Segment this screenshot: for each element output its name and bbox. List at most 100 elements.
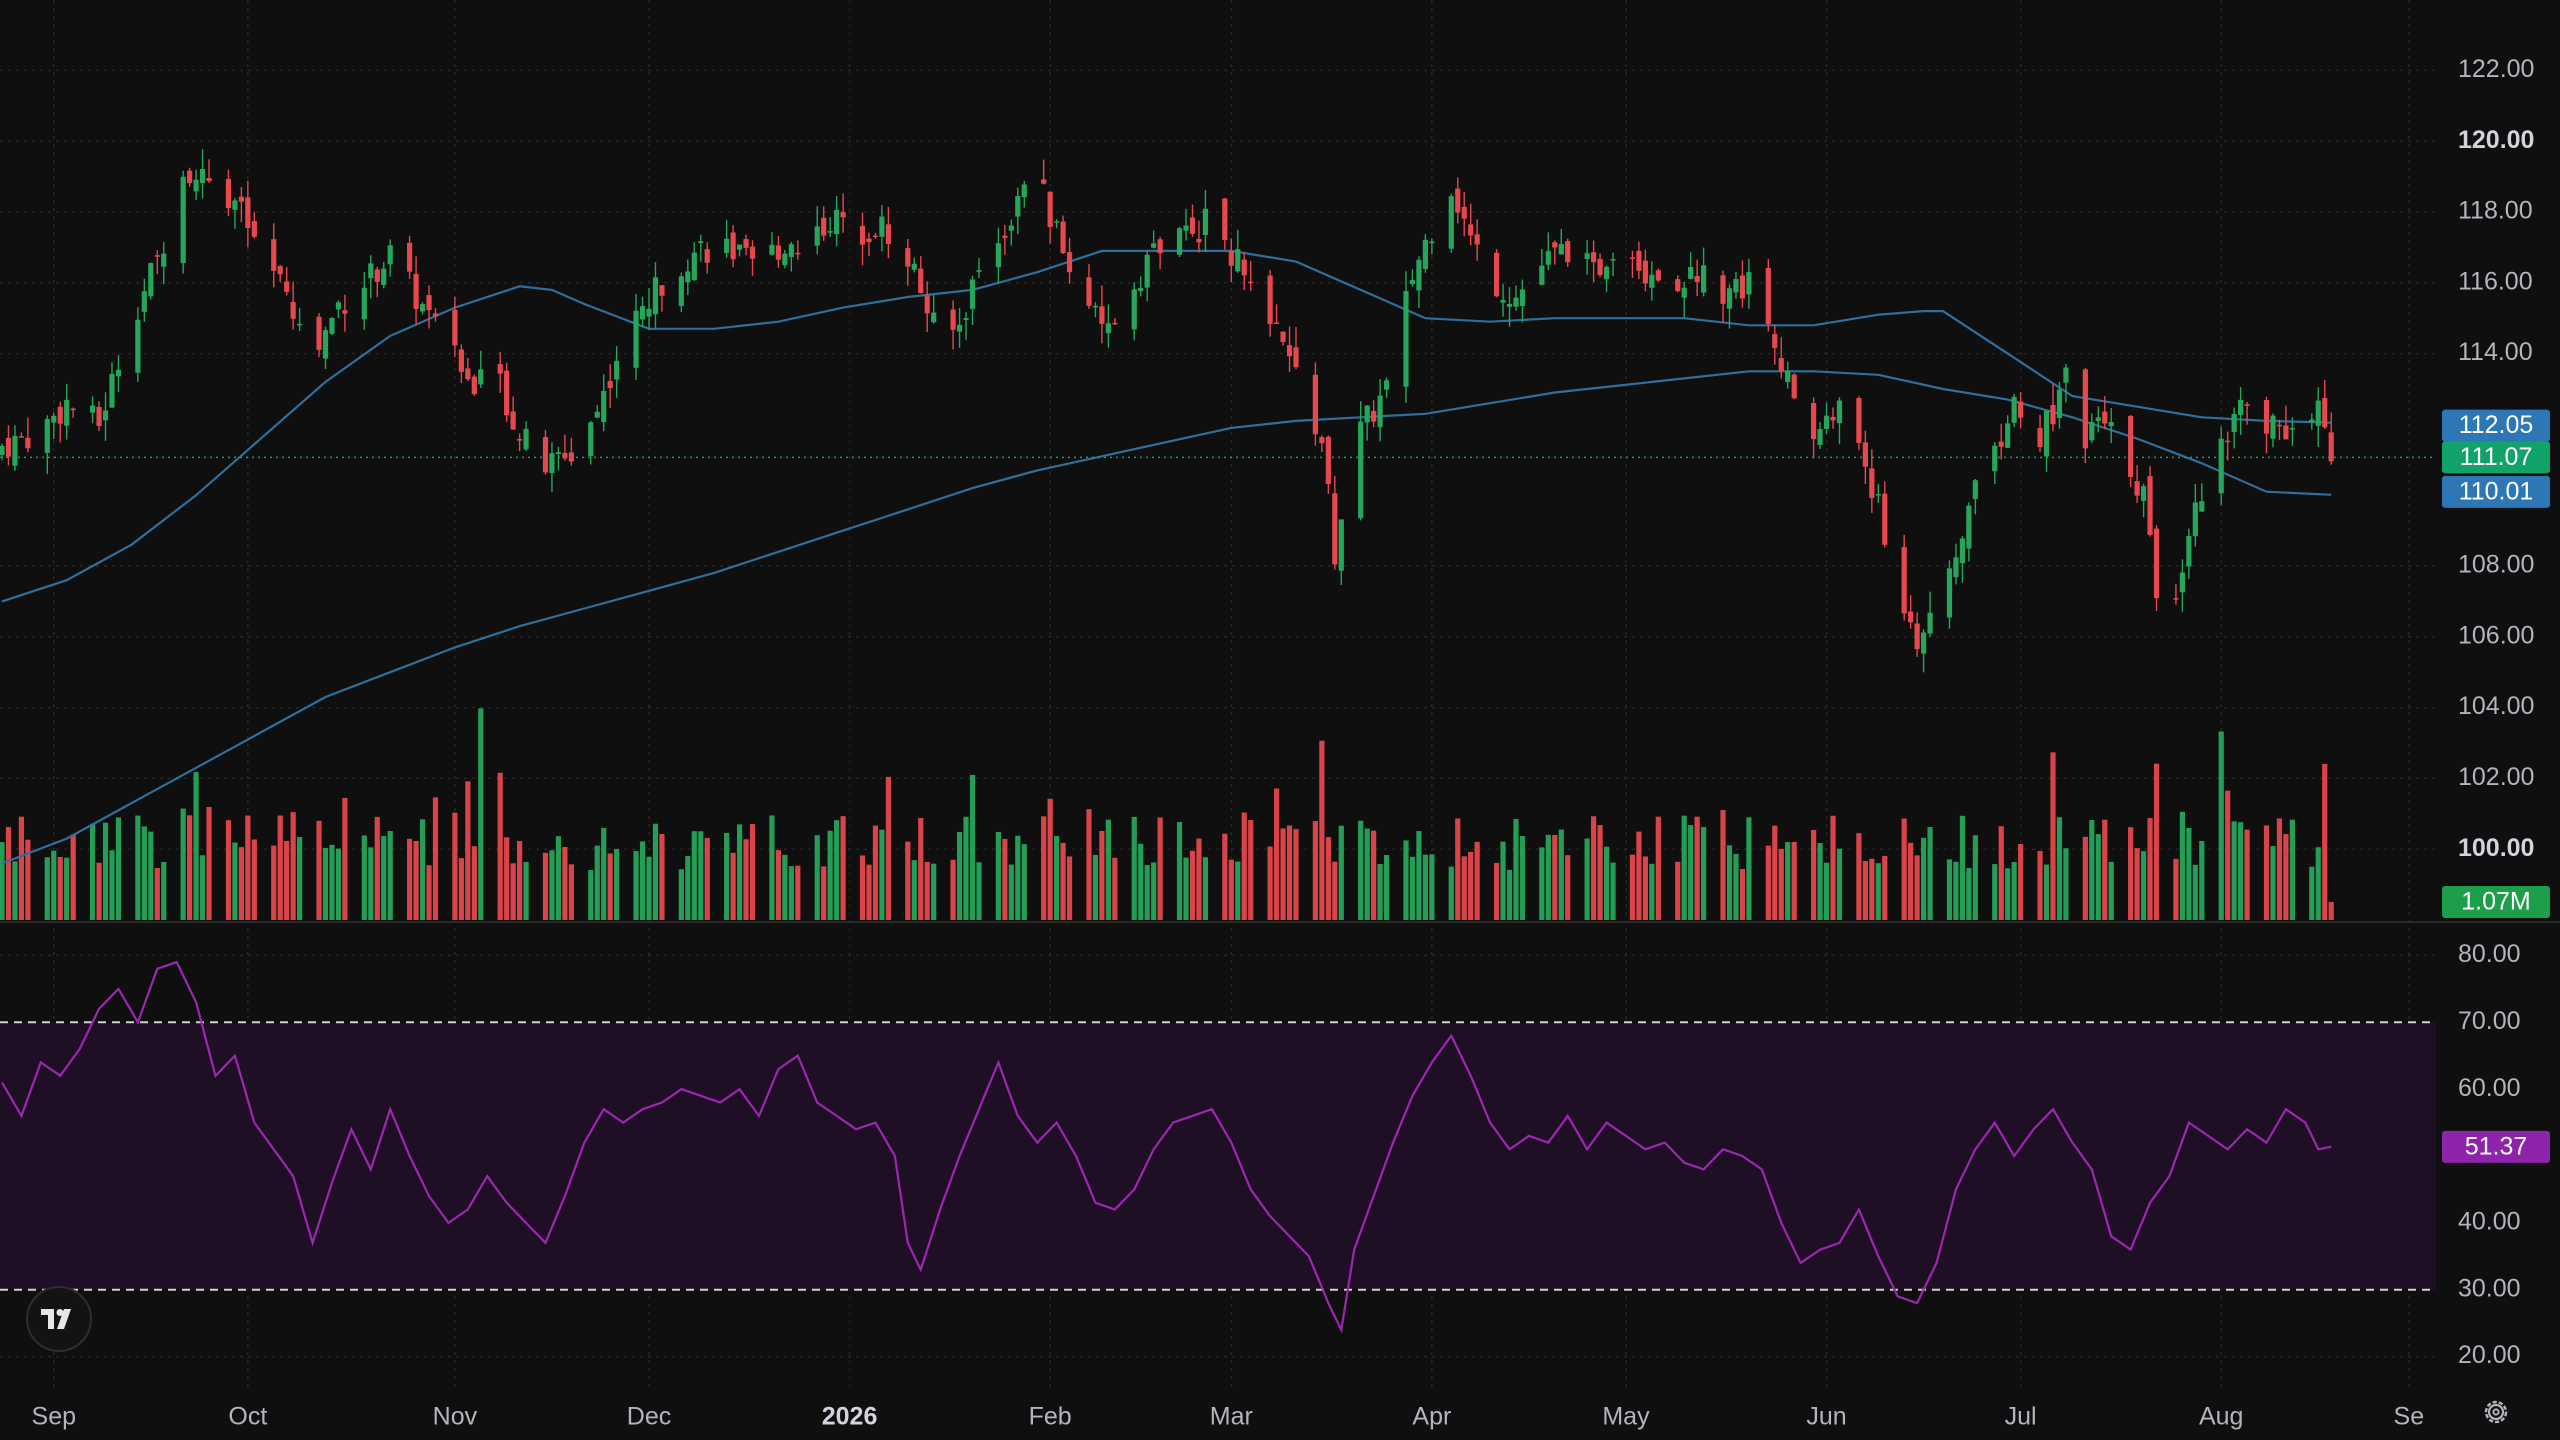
candle-body-up: [698, 241, 704, 244]
volume-bar-up: [1992, 864, 1998, 920]
candle-body-down: [542, 437, 549, 473]
tradingview-logo-icon[interactable]: [26, 1286, 92, 1352]
gear-icon[interactable]: [2474, 1390, 2518, 1434]
candle-body-up: [782, 253, 788, 266]
candle-body-up: [633, 310, 639, 368]
volume-bar-down: [704, 837, 710, 920]
volume-bar-down: [1228, 859, 1234, 920]
candle-body-down: [2322, 397, 2328, 428]
volume-bar-down: [1312, 821, 1319, 920]
candle-body-up: [12, 435, 18, 466]
volume-bar-up: [322, 847, 329, 920]
candle-body-up: [1105, 323, 1111, 334]
volume-bar-down: [271, 845, 277, 920]
candle-body-down: [1461, 206, 1467, 219]
candle-body-up: [2270, 415, 2276, 439]
volume-bar-up: [911, 860, 917, 920]
volume-bar-up: [685, 856, 691, 920]
candle-body-up: [1183, 225, 1189, 231]
chart-root[interactable]: 122.00 120.00 118.00 116.00 114.00 104.00 102.…: [0, 0, 2560, 1440]
volume-bar-up: [1513, 819, 1519, 920]
volume-bar-up: [1409, 856, 1416, 920]
volume-bar-down: [1319, 740, 1325, 920]
volume-bar-down: [1694, 816, 1700, 920]
volume-bar-up: [1649, 863, 1655, 920]
volume-bar-down: [1371, 830, 1377, 920]
candle-body-up: [1151, 243, 1157, 248]
volume-bar-up: [678, 869, 684, 920]
volume-bar-up: [1144, 865, 1150, 920]
volume-bar-up: [633, 851, 639, 920]
volume-bar-up: [2011, 862, 2017, 920]
candle-body-up: [361, 287, 367, 320]
volume-bar-down: [245, 815, 251, 920]
candle-body-up: [691, 252, 697, 281]
candle-body-down: [1332, 493, 1338, 565]
volume-bar-up: [1506, 869, 1513, 920]
volume-bar-down: [866, 864, 872, 920]
volume-bar-down: [2263, 825, 2270, 920]
candle-body-up: [1422, 239, 1428, 269]
volume-bar-up: [1966, 868, 1972, 920]
candle-body-up: [995, 243, 1001, 268]
candle-body-down: [426, 295, 432, 311]
candle-body-up: [963, 318, 969, 321]
volume-bar-up: [1176, 822, 1183, 920]
candle-body-down: [905, 248, 911, 267]
rsi-value-badge: 51.37: [2465, 1132, 2528, 1160]
volume-bar-down: [316, 820, 322, 920]
volume-bar-up: [1377, 864, 1383, 920]
candle-body-down: [1280, 331, 1286, 342]
candle-body-down: [2128, 415, 2134, 477]
candle-body-down: [866, 238, 872, 243]
volume-bar-down: [1998, 826, 2004, 920]
rsi-tick-label: 20.00: [2458, 1341, 2521, 1369]
candle-body-up: [322, 330, 329, 359]
volume-bar-up: [931, 863, 937, 920]
candle-body-down: [452, 309, 458, 346]
volume-bar-down: [1041, 816, 1047, 920]
candle-body-up: [1144, 254, 1150, 288]
volume-bar-up: [115, 817, 122, 920]
candle-body-up: [588, 422, 594, 457]
volume-bar-down: [238, 847, 244, 920]
candle-body-down: [2263, 399, 2270, 434]
candle-body-down: [1474, 234, 1480, 245]
volume-bar-down: [2322, 763, 2328, 920]
volume-bar-down: [659, 834, 665, 920]
candle-body-up: [1008, 225, 1014, 231]
volume-bar-up: [2231, 821, 2237, 920]
volume-bar-up: [969, 774, 976, 920]
volume-bar-down: [2102, 819, 2108, 920]
volume-bar-down: [70, 834, 76, 920]
candle-body-down: [1862, 442, 1868, 467]
candle-body-down: [885, 224, 891, 245]
volume-bar-down: [821, 866, 827, 920]
candle-body-up: [1610, 259, 1616, 261]
volume-bar-up: [1358, 820, 1364, 920]
volume-bar-up: [1364, 828, 1370, 920]
volume-bar-down: [432, 797, 439, 920]
candle-body-down: [1041, 179, 1047, 184]
volume-bar-down: [206, 807, 212, 920]
chart-canvas[interactable]: 122.00 120.00 118.00 116.00 114.00 104.00 102.…: [0, 0, 2560, 1440]
candle-body-up: [769, 244, 775, 255]
volume-bar-up: [1021, 844, 1027, 920]
candle-body-up: [335, 302, 342, 310]
candle-body-down: [57, 406, 63, 424]
candle-body-up: [2108, 422, 2114, 427]
volume-bar-down: [1552, 834, 1558, 920]
volume-bar-up: [478, 708, 484, 920]
candle-body-up: [64, 399, 70, 426]
candle-body-up: [1726, 288, 1733, 309]
candle-body-down: [1267, 275, 1273, 325]
volume-bar-up: [387, 831, 393, 920]
candle-body-down: [1112, 322, 1118, 325]
volume-bar-up: [1701, 827, 1707, 920]
volume-bar-down: [730, 852, 736, 920]
volume-bar-up: [1681, 815, 1687, 920]
candle-body-up: [1817, 428, 1823, 445]
candle-body-up: [1927, 612, 1933, 634]
volume-bar-up: [1610, 862, 1616, 920]
candle-body-down: [316, 316, 322, 350]
